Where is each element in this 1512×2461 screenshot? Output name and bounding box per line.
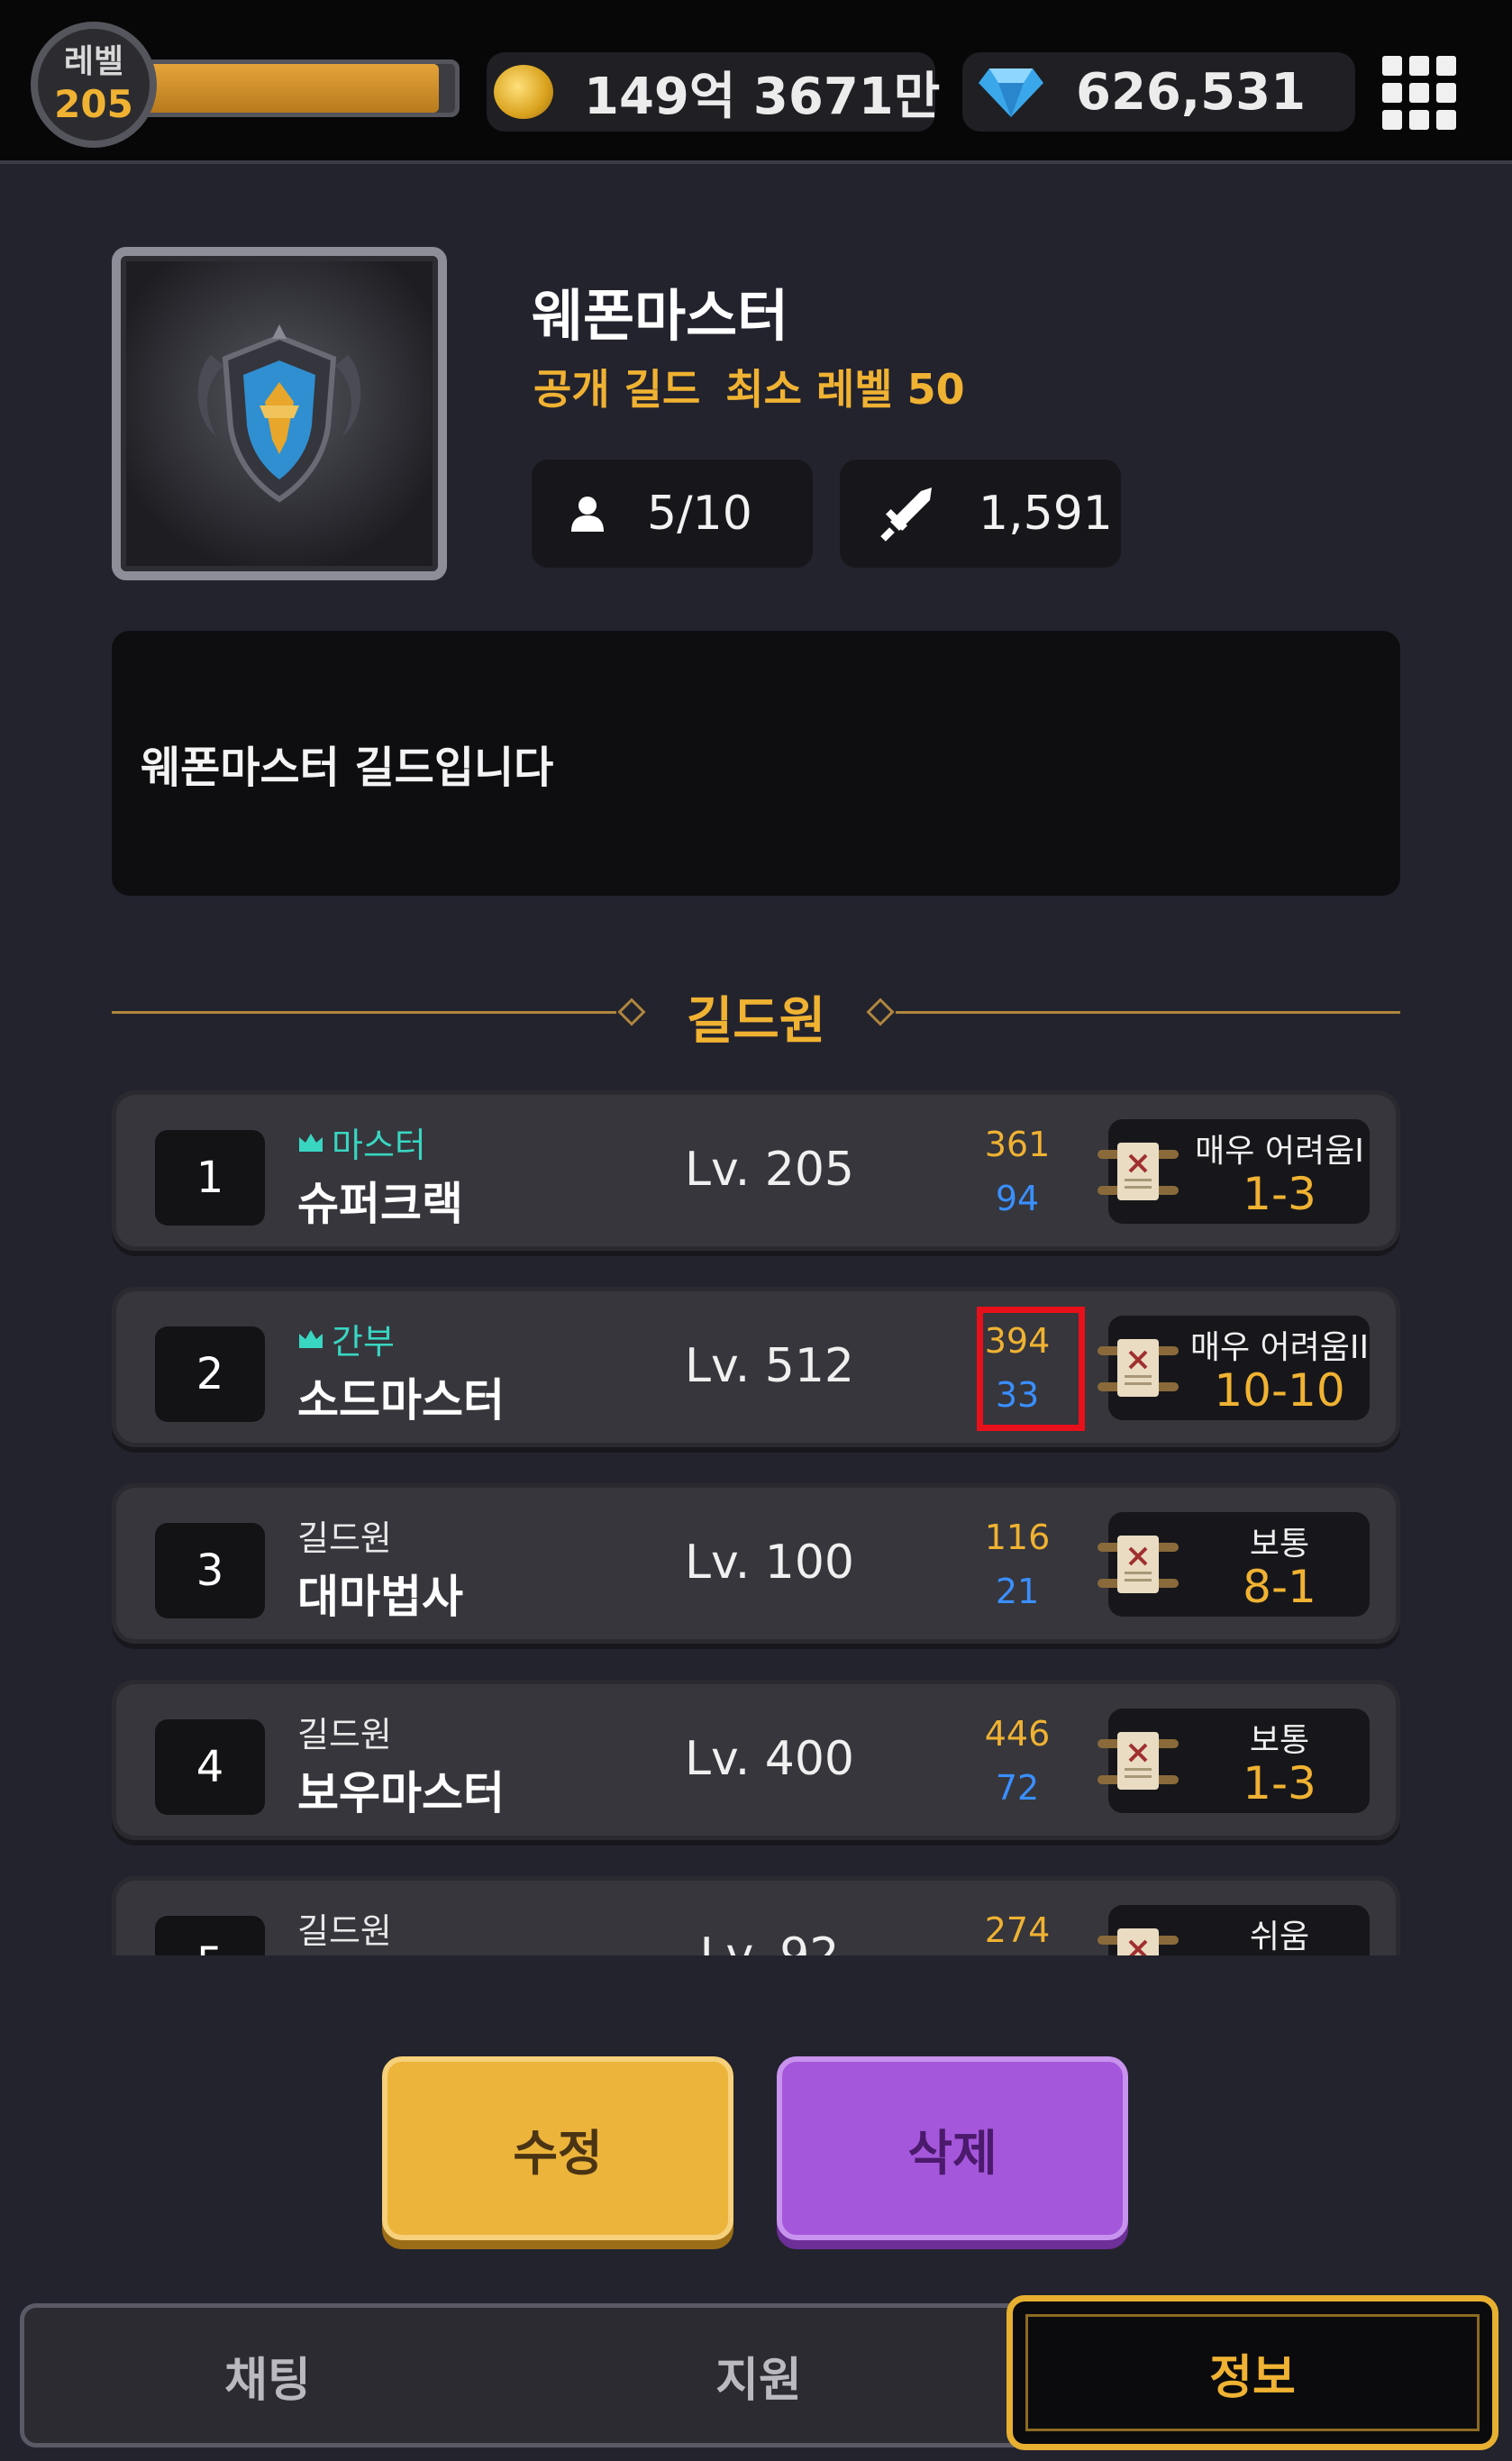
member-score-bottom: 72: [995, 1768, 1040, 1808]
member-score-top: 116: [984, 1518, 1051, 1557]
member-level: Lv. 92: [699, 1928, 840, 1955]
edit-button[interactable]: 수정: [382, 2056, 733, 2240]
top-bar: 레벨 205 149억 3671만 626,531: [0, 0, 1512, 164]
guild-min-level: 최소 레벨 50: [725, 365, 965, 414]
stage-difficulty: 쉬움: [1249, 1919, 1310, 1955]
member-role: 길드원: [297, 1510, 392, 1560]
diamond-icon: [979, 68, 1043, 117]
member-name: 소드마스터: [297, 1374, 505, 1426]
delete-button[interactable]: 삭제: [777, 2056, 1128, 2240]
member-role: 간부: [297, 1314, 395, 1363]
member-role-label: 간부: [332, 1322, 395, 1362]
xp-bar-fill: [131, 64, 439, 113]
member-row[interactable]: 3 길드원 대마법사 Lv. 100 116 21 보통 8-1: [112, 1483, 1400, 1644]
member-level: Lv. 205: [684, 1143, 855, 1197]
stage-number: 1-3: [1243, 1757, 1316, 1809]
level-value: 205: [54, 82, 133, 126]
member-role-label: 길드원: [297, 1715, 392, 1755]
level-label: 레벨: [63, 43, 124, 80]
member-score-bottom: 94: [995, 1179, 1040, 1218]
member-rank: 2: [155, 1326, 265, 1422]
member-row[interactable]: 1 마스터 슈퍼크랙 Lv. 205 361 94 매우 어려움I 1-3: [112, 1090, 1400, 1251]
stage-difficulty: 매우 어려움I: [1195, 1133, 1364, 1170]
crown-icon: [299, 1329, 323, 1348]
member-role-label: 길드원: [297, 1518, 392, 1558]
member-score-top: 274: [984, 1910, 1051, 1950]
bottom-tab-bar: 채팅 지원 정보: [20, 2295, 1498, 2450]
guild-emblem: [112, 247, 447, 580]
member-stage: 쉬움: [1098, 1905, 1370, 1955]
member-score-top: 446: [984, 1714, 1051, 1754]
score-highlight-box: [977, 1307, 1085, 1431]
tab-support[interactable]: 지원: [515, 2308, 1002, 2443]
scroll-icon: [1098, 1143, 1179, 1200]
stage-number: 10-10: [1214, 1364, 1345, 1417]
member-role: 마스터: [297, 1117, 426, 1167]
shield-emblem-icon: [197, 324, 361, 503]
xp-bar: [126, 59, 460, 117]
member-score-top: 361: [984, 1125, 1051, 1164]
stage-difficulty: 보통: [1249, 1526, 1310, 1563]
gem-counter[interactable]: 626,531: [962, 52, 1355, 132]
members-section-title: 길드원: [686, 992, 826, 1051]
member-stage: 보통 1-3: [1098, 1709, 1370, 1813]
guild-info: 공개 길드 최소 레벨 50: [533, 357, 965, 416]
member-level: Lv. 400: [684, 1732, 855, 1786]
gold-counter[interactable]: 149억 3671만: [487, 52, 940, 132]
scroll-icon: [1098, 1732, 1179, 1790]
member-count: 5/10: [647, 487, 752, 541]
member-row[interactable]: 5 길드원 Lv. 92 274 쉬움: [112, 1876, 1400, 1955]
guild-description: 웨폰마스터 길드입니다: [141, 743, 554, 793]
guild-power-box: 1,591: [840, 460, 1121, 568]
stage-difficulty: 보통: [1249, 1722, 1310, 1759]
member-row[interactable]: 2 간부 소드마스터 Lv. 512 394 33 매우 어려움II 10-10: [112, 1287, 1400, 1447]
member-role-label: 길드원: [297, 1911, 392, 1951]
member-name: 대마법사: [297, 1571, 463, 1623]
member-role-label: 마스터: [332, 1126, 426, 1165]
member-role: 길드원: [297, 1903, 392, 1953]
guild-name: 웨폰마스터: [532, 283, 789, 349]
member-score-bottom: 21: [995, 1572, 1040, 1611]
person-icon: [571, 497, 604, 532]
tab-chat[interactable]: 채팅: [24, 2308, 511, 2443]
tab-info[interactable]: 정보: [1006, 2295, 1498, 2450]
guild-power: 1,591: [979, 487, 1113, 541]
member-list[interactable]: 1 마스터 슈퍼크랙 Lv. 205 361 94 매우 어려움I 1-3 2 …: [112, 1090, 1400, 1955]
stage-number: 8-1: [1243, 1561, 1316, 1613]
crown-icon: [299, 1133, 323, 1152]
menu-grid-icon[interactable]: [1382, 56, 1456, 130]
member-rank: 5: [155, 1916, 265, 1955]
divider-line: [896, 1011, 1400, 1014]
guild-type: 공개 길드: [533, 365, 701, 414]
member-name: 보우마스터: [297, 1767, 505, 1819]
member-level: Lv. 100: [684, 1536, 855, 1590]
member-stage: 보통 8-1: [1098, 1512, 1370, 1617]
level-badge[interactable]: 레벨 205: [31, 22, 157, 148]
scroll-icon: [1098, 1339, 1179, 1397]
gold-amount: 149억 3671만: [584, 67, 941, 126]
guild-description-box: 웨폰마스터 길드입니다: [112, 631, 1400, 896]
scroll-icon: [1098, 1536, 1179, 1593]
member-row[interactable]: 4 길드원 보우마스터 Lv. 400 446 72 보통 1-3: [112, 1680, 1400, 1840]
member-level: Lv. 512: [684, 1339, 855, 1393]
member-count-box: 5/10: [532, 460, 813, 568]
gem-amount: 626,531: [1076, 62, 1307, 122]
member-rank: 4: [155, 1719, 265, 1815]
scroll-icon: [1098, 1928, 1179, 1955]
member-name: 슈퍼크랙: [297, 1178, 463, 1230]
member-stage: 매우 어려움I 1-3: [1098, 1119, 1370, 1224]
sword-icon: [880, 488, 932, 542]
member-role: 길드원: [297, 1707, 392, 1756]
member-rank: 3: [155, 1523, 265, 1618]
stage-number: 1-3: [1243, 1168, 1316, 1220]
gold-coin-icon: [494, 65, 553, 119]
member-rank: 1: [155, 1130, 265, 1226]
stage-difficulty: 매우 어려움II: [1189, 1329, 1370, 1366]
member-stage: 매우 어려움II 10-10: [1098, 1316, 1370, 1420]
members-section-header: 길드원: [112, 980, 1400, 1051]
